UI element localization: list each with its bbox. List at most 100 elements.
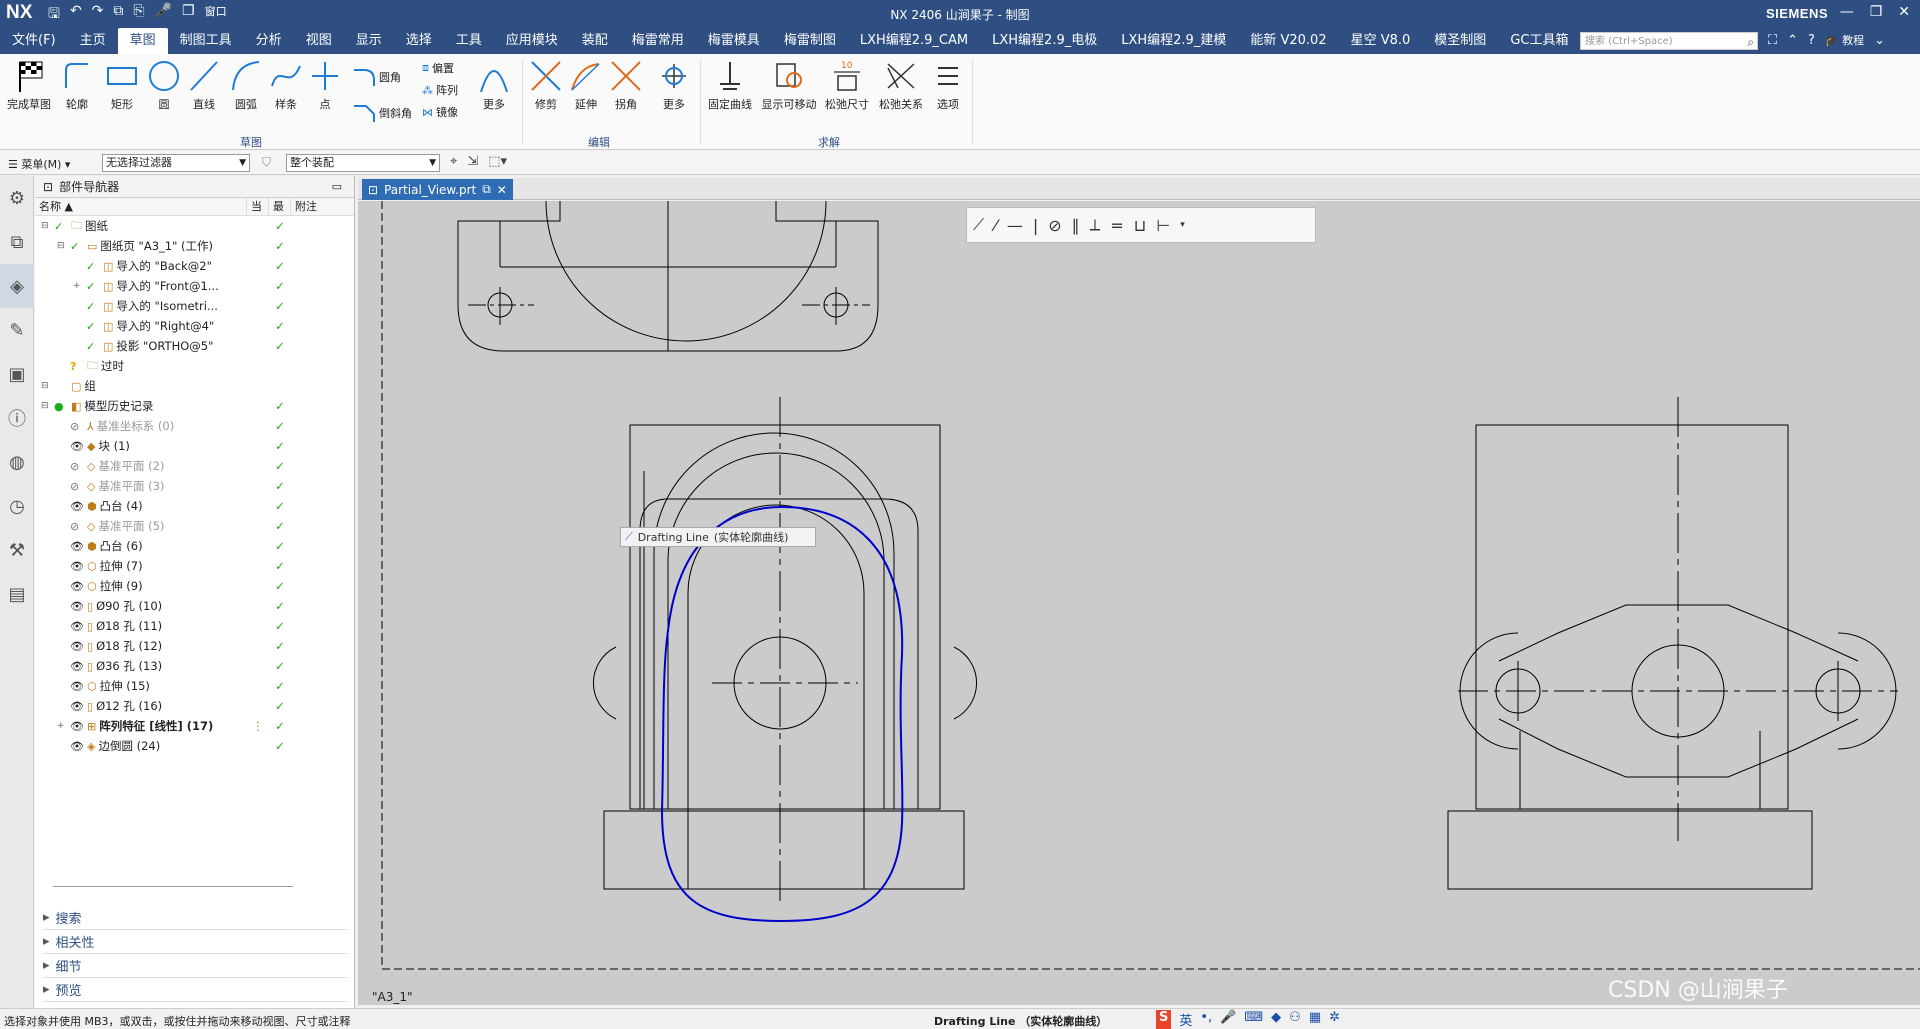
- menu-item[interactable]: 视图: [294, 28, 344, 54]
- navigator-row[interactable]: 👁 ⬡ 拉伸 (7) ✓: [35, 556, 354, 576]
- column-notes[interactable]: 附注: [291, 198, 351, 215]
- navigator-row[interactable]: ✓ ◫ 导入的 "Isometri... ✓: [35, 296, 354, 316]
- navigator-row[interactable]: 👁 ▯ Ø90 孔 (10) ✓: [35, 596, 354, 616]
- tangent-constraint-icon[interactable]: ⊘: [1048, 216, 1061, 235]
- fullscreen-icon[interactable]: ⛶: [1768, 33, 1777, 48]
- graphics-window[interactable]: [358, 201, 1920, 1005]
- menu-item[interactable]: LXH编程2.9_建模: [1109, 28, 1238, 54]
- navigator-row[interactable]: 👁 ◆ 块 (1) ✓: [35, 436, 354, 456]
- navigator-row[interactable]: 👁 ▯ Ø18 孔 (11) ✓: [35, 616, 354, 636]
- navigator-row[interactable]: ⊟ ● ◧ 模型历史记录 ✓: [35, 396, 354, 416]
- language-toggle-icon[interactable]: 英: [1179, 1010, 1192, 1029]
- info-icon[interactable]: ⓘ: [0, 396, 34, 440]
- vertical-constraint-icon[interactable]: |: [1033, 216, 1038, 235]
- menu-item[interactable]: 梅雷模具: [696, 28, 772, 54]
- reuse-library-icon[interactable]: ▣: [0, 352, 34, 396]
- menu-item[interactable]: 文件(F): [0, 28, 68, 54]
- equal-constraint-icon[interactable]: =: [1110, 216, 1123, 235]
- expand-toggle-icon[interactable]: ⊟: [41, 381, 51, 391]
- trim-button[interactable]: 修剪: [528, 58, 564, 112]
- type-filter-select[interactable]: 无选择过滤器 ▼: [102, 154, 250, 172]
- navigator-row[interactable]: ⊘ ◇ 基准平面 (3) ✓: [35, 476, 354, 496]
- corner-button[interactable]: 拐角: [608, 58, 644, 112]
- close-icon[interactable]: ✕: [1898, 4, 1910, 20]
- game-icon[interactable]: ⚇: [1289, 1010, 1301, 1029]
- menu-item[interactable]: 工具: [444, 28, 494, 54]
- menu-item[interactable]: 显示: [344, 28, 394, 54]
- menu-item[interactable]: 应用模块: [494, 28, 570, 54]
- navigator-row[interactable]: ✓ ◫ 导入的 "Back@2" ✓: [35, 256, 354, 276]
- menu-item[interactable]: 星空 V8.0: [1339, 28, 1423, 54]
- arc-button[interactable]: 圆弧: [228, 58, 264, 112]
- mid-point-snap-icon[interactable]: ⁄: [994, 216, 997, 235]
- edit-more-button[interactable]: 更多: [656, 58, 692, 112]
- menu-item[interactable]: LXH编程2.9_CAM: [848, 28, 980, 54]
- minimize-icon[interactable]: —: [1840, 4, 1854, 20]
- horizontal-constraint-icon[interactable]: —: [1007, 216, 1023, 235]
- skin-icon[interactable]: ◆: [1271, 1010, 1281, 1029]
- navigator-row[interactable]: ⊟ ✓ ▭ 图纸页 "A3_1" (工作) ✓: [35, 236, 354, 256]
- options-chevron-icon[interactable]: ⌄: [1874, 33, 1885, 48]
- navigator-row[interactable]: ? 🗀 过时: [35, 356, 354, 376]
- navigator-row[interactable]: ⊘ ⅄ 基准坐标系 (0) ✓: [35, 416, 354, 436]
- menu-item[interactable]: 制图工具: [168, 28, 244, 54]
- select-mode-icon[interactable]: ⬚▾: [488, 154, 507, 169]
- end-point-snap-icon[interactable]: ⟋: [973, 215, 984, 235]
- menu-item[interactable]: 模圣制图: [1422, 28, 1498, 54]
- point-on-curve-icon[interactable]: ⊢: [1156, 216, 1170, 235]
- grid-menu-icon[interactable]: ▦: [1309, 1010, 1321, 1029]
- mirror-button[interactable]: ⋈ 镜像: [422, 104, 458, 120]
- dimension-snap-icon[interactable]: ⊔: [1134, 216, 1146, 235]
- relax-dimension-button[interactable]: 10 松弛尺寸: [822, 58, 872, 112]
- menu-item[interactable]: 能新 V20.02: [1238, 28, 1338, 54]
- column-latest[interactable]: 最: [269, 198, 291, 215]
- horizontal-scrollbar[interactable]: [53, 886, 293, 887]
- panel-1[interactable]: ▸ 相关性: [43, 930, 347, 954]
- navigator-row[interactable]: ⊘ ◇ 基准平面 (2) ✓: [35, 456, 354, 476]
- finish-sketch-button[interactable]: 完成草图: [6, 58, 52, 112]
- expand-toggle-icon[interactable]: ⊟: [41, 221, 51, 231]
- menu-item[interactable]: 梅雷常用: [620, 28, 696, 54]
- roles-icon[interactable]: ▤: [0, 572, 34, 616]
- tab-options-icon[interactable]: ⧉: [482, 182, 491, 197]
- part-navigator-icon[interactable]: ◈: [0, 264, 34, 308]
- navigator-row[interactable]: ✓ ◫ 导入的 "Right@4" ✓: [35, 316, 354, 336]
- tab-partial-view[interactable]: ⊡ Partial_View.prt ⧉ ✕: [362, 179, 513, 200]
- tutorial-link[interactable]: 🎓 教程: [1825, 32, 1864, 48]
- navigator-row[interactable]: 👁 ⬢ 凸台 (6) ✓: [35, 536, 354, 556]
- menu-item[interactable]: 分析: [244, 28, 294, 54]
- main-menu-button[interactable]: ☰ 菜单(M) ▾: [8, 156, 70, 172]
- menu-item[interactable]: 装配: [570, 28, 620, 54]
- navigator-row[interactable]: 👁 ◈ 边倒圆 (24) ✓: [35, 736, 354, 756]
- drawing-sheet[interactable]: [358, 201, 1920, 1005]
- profile-button[interactable]: 轮廓: [60, 58, 94, 112]
- navigator-row[interactable]: ⊟ ▢ 组: [35, 376, 354, 396]
- navigator-row[interactable]: 👁 ▯ Ø12 孔 (16) ✓: [35, 696, 354, 716]
- settings-icon[interactable]: ⚙: [0, 176, 34, 220]
- search-icon[interactable]: ⌕: [1747, 33, 1754, 51]
- navigator-row[interactable]: 👁 ⬢ 凸台 (4) ✓: [35, 496, 354, 516]
- show-movable-button[interactable]: 显示可移动: [760, 58, 818, 112]
- perpendicular-constraint-icon[interactable]: ⟂: [1090, 215, 1101, 235]
- circle-button[interactable]: 圆: [146, 58, 182, 112]
- column-name[interactable]: 名称 ▲: [35, 198, 247, 215]
- navigator-row[interactable]: 👁 ⬡ 拉伸 (15) ✓: [35, 676, 354, 696]
- maximize-panel-icon[interactable]: ▭: [332, 180, 342, 193]
- line-button[interactable]: 直线: [186, 58, 222, 112]
- tab-close-icon[interactable]: ✕: [497, 183, 507, 197]
- chamfer-button[interactable]: 倒斜角: [352, 102, 412, 124]
- expand-toggle-icon[interactable]: ⊟: [41, 401, 51, 411]
- select-icon[interactable]: ⇲: [467, 154, 478, 169]
- selected-drafting-line[interactable]: [660, 505, 904, 923]
- navigator-row[interactable]: ⊘ ◇ 基准平面 (5) ✓: [35, 516, 354, 536]
- settings-cog-icon[interactable]: ✲: [1329, 1010, 1340, 1029]
- snap-more-icon[interactable]: ▾: [1180, 220, 1185, 230]
- tools-icon[interactable]: ⚒: [0, 528, 34, 572]
- panel-2[interactable]: ▸ 细节: [43, 954, 347, 978]
- expand-toggle-icon[interactable]: +: [73, 281, 83, 291]
- menu-item[interactable]: LXH编程2.9_电极: [980, 28, 1109, 54]
- web-browser-icon[interactable]: ◍: [0, 440, 34, 484]
- assembly-navigator-icon[interactable]: ⧉: [0, 220, 34, 264]
- keyboard-icon[interactable]: ⌨: [1244, 1010, 1263, 1029]
- sketch-navigator-icon[interactable]: ✎: [0, 308, 34, 352]
